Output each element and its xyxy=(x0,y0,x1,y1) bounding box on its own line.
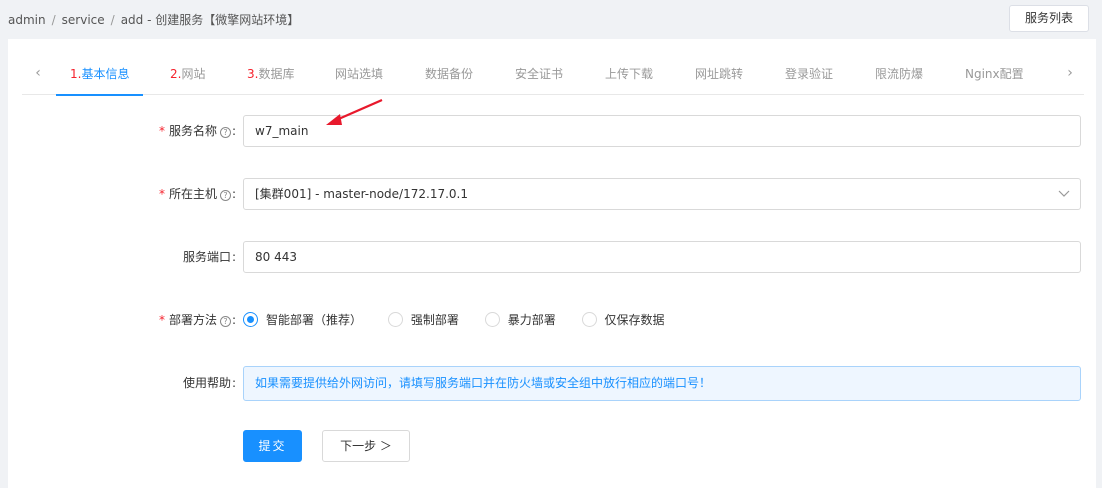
port-row: 服务端口: 80 443 xyxy=(8,241,1096,273)
top-bar: admin / service / add - 创建服务【微擎网站环境】 服务列表 xyxy=(0,0,1102,38)
label-text: 使用帮助 xyxy=(182,376,231,390)
radio-unchecked-icon[interactable] xyxy=(484,312,500,327)
label-text: 服务端口 xyxy=(182,250,231,264)
chevron-down-icon xyxy=(1058,190,1070,197)
tab-number: 2. xyxy=(170,67,182,81)
port-input[interactable]: 80 443 xyxy=(243,241,1081,273)
annotation-arrow-icon xyxy=(326,98,383,125)
deploy-option-save-only[interactable]: 仅保存数据 xyxy=(581,304,665,336)
radio-unchecked-icon[interactable] xyxy=(581,312,597,327)
tab-data-backup[interactable]: 数据备份 xyxy=(425,59,473,95)
submit-button[interactable]: 提交 xyxy=(243,430,302,462)
deploy-row: * 部署方法?: 智能部署（推荐） 强制部署 暴力部署 仅保存数据 xyxy=(8,304,1096,336)
radio-label: 暴力部署 xyxy=(507,313,556,327)
required-mark: * xyxy=(158,124,165,138)
host-row: * 所在主机?: [集群001] - master-node/172.17.0.1 xyxy=(8,178,1096,210)
tab-login-auth[interactable]: 登录验证 xyxy=(785,59,833,95)
breadcrumb-item-add: add xyxy=(120,13,144,27)
breadcrumb: admin / service / add - 创建服务【微擎网站环境】 xyxy=(8,11,299,28)
tab-number: 3. xyxy=(247,67,259,81)
label-colon: : xyxy=(231,313,236,327)
deploy-option-brute[interactable]: 暴力部署 xyxy=(484,304,556,336)
tab-upload-download[interactable]: 上传下载 xyxy=(605,59,653,95)
deploy-option-smart[interactable]: 智能部署（推荐） xyxy=(243,304,362,336)
tab-website-optional[interactable]: 网站选填 xyxy=(335,59,383,95)
host-select[interactable]: [集群001] - master-node/172.17.0.1 xyxy=(243,178,1081,210)
label-colon: : xyxy=(231,376,236,390)
required-mark: * xyxy=(158,187,165,201)
tab-basic-info[interactable]: 1.基本信息 xyxy=(55,59,145,96)
chevron-right-icon[interactable]: › xyxy=(1060,65,1080,81)
tab-website[interactable]: 2.网站 xyxy=(170,59,205,95)
radio-label: 强制部署 xyxy=(410,313,459,327)
service-name-label: * 服务名称?: xyxy=(159,115,236,147)
radio-label: 智能部署（推荐） xyxy=(266,313,363,327)
tab-bar: ‹ 1.基本信息 2.网站 3.数据库 网站选填 数据备份 安全证书 上传下载 … xyxy=(22,59,1084,96)
tab-label: 网站 xyxy=(181,67,206,81)
label-text: 所在主机 xyxy=(168,187,217,201)
label-text: 服务名称 xyxy=(168,124,217,138)
help-circle-icon[interactable]: ? xyxy=(219,127,231,138)
radio-checked-icon[interactable] xyxy=(243,312,258,327)
tab-url-redirect[interactable]: 网址跳转 xyxy=(695,59,743,95)
tab-number: 1. xyxy=(70,67,82,81)
label-colon: : xyxy=(231,124,236,138)
breadcrumb-separator: / xyxy=(110,13,115,27)
service-name-row: * 服务名称?: w7_main xyxy=(8,115,1096,147)
chevron-left-icon[interactable]: ‹ xyxy=(28,65,48,81)
tab-label: 基本信息 xyxy=(81,67,130,81)
required-mark: * xyxy=(158,313,165,327)
breadcrumb-separator: / xyxy=(51,13,56,27)
page-title: - 创建服务【微擎网站环境】 xyxy=(147,13,300,27)
host-label: * 所在主机?: xyxy=(159,178,236,210)
help-circle-icon[interactable]: ? xyxy=(219,316,231,327)
radio-label: 仅保存数据 xyxy=(604,313,665,327)
tab-database[interactable]: 3.数据库 xyxy=(247,59,294,95)
label-text: 部署方法 xyxy=(168,313,217,327)
port-label: 服务端口: xyxy=(183,241,236,273)
help-alert: 如果需要提供给外网访问，请填写服务端口并在防火墙或安全组中放行相应的端口号！ xyxy=(243,366,1081,401)
actions-row: 提交 下一步 ＞ xyxy=(8,430,1096,462)
host-select-value: [集群001] - master-node/172.17.0.1 xyxy=(255,187,468,201)
next-step-button[interactable]: 下一步 ＞ xyxy=(322,430,410,462)
service-list-button[interactable]: 服务列表 xyxy=(1009,5,1089,32)
help-circle-icon[interactable]: ? xyxy=(219,190,231,201)
breadcrumb-item-service[interactable]: service xyxy=(62,13,105,27)
label-colon: : xyxy=(231,250,236,264)
help-label: 使用帮助: xyxy=(183,366,236,401)
deploy-radio-group: 智能部署（推荐） 强制部署 暴力部署 仅保存数据 xyxy=(243,304,687,336)
deploy-label: * 部署方法?: xyxy=(159,304,236,336)
radio-unchecked-icon[interactable] xyxy=(387,312,403,327)
breadcrumb-item-admin[interactable]: admin xyxy=(8,13,46,27)
form-panel: ‹ 1.基本信息 2.网站 3.数据库 网站选填 数据备份 安全证书 上传下载 … xyxy=(8,39,1096,488)
tab-ssl-cert[interactable]: 安全证书 xyxy=(515,59,563,95)
deploy-option-force[interactable]: 强制部署 xyxy=(387,304,459,336)
tab-label: 数据库 xyxy=(258,67,295,81)
tab-nginx-config[interactable]: Nginx配置 xyxy=(965,59,1024,95)
label-colon: : xyxy=(231,187,236,201)
tab-rate-limit[interactable]: 限流防爆 xyxy=(875,59,923,95)
help-row: 使用帮助: 如果需要提供给外网访问，请填写服务端口并在防火墙或安全组中放行相应的… xyxy=(8,366,1096,401)
